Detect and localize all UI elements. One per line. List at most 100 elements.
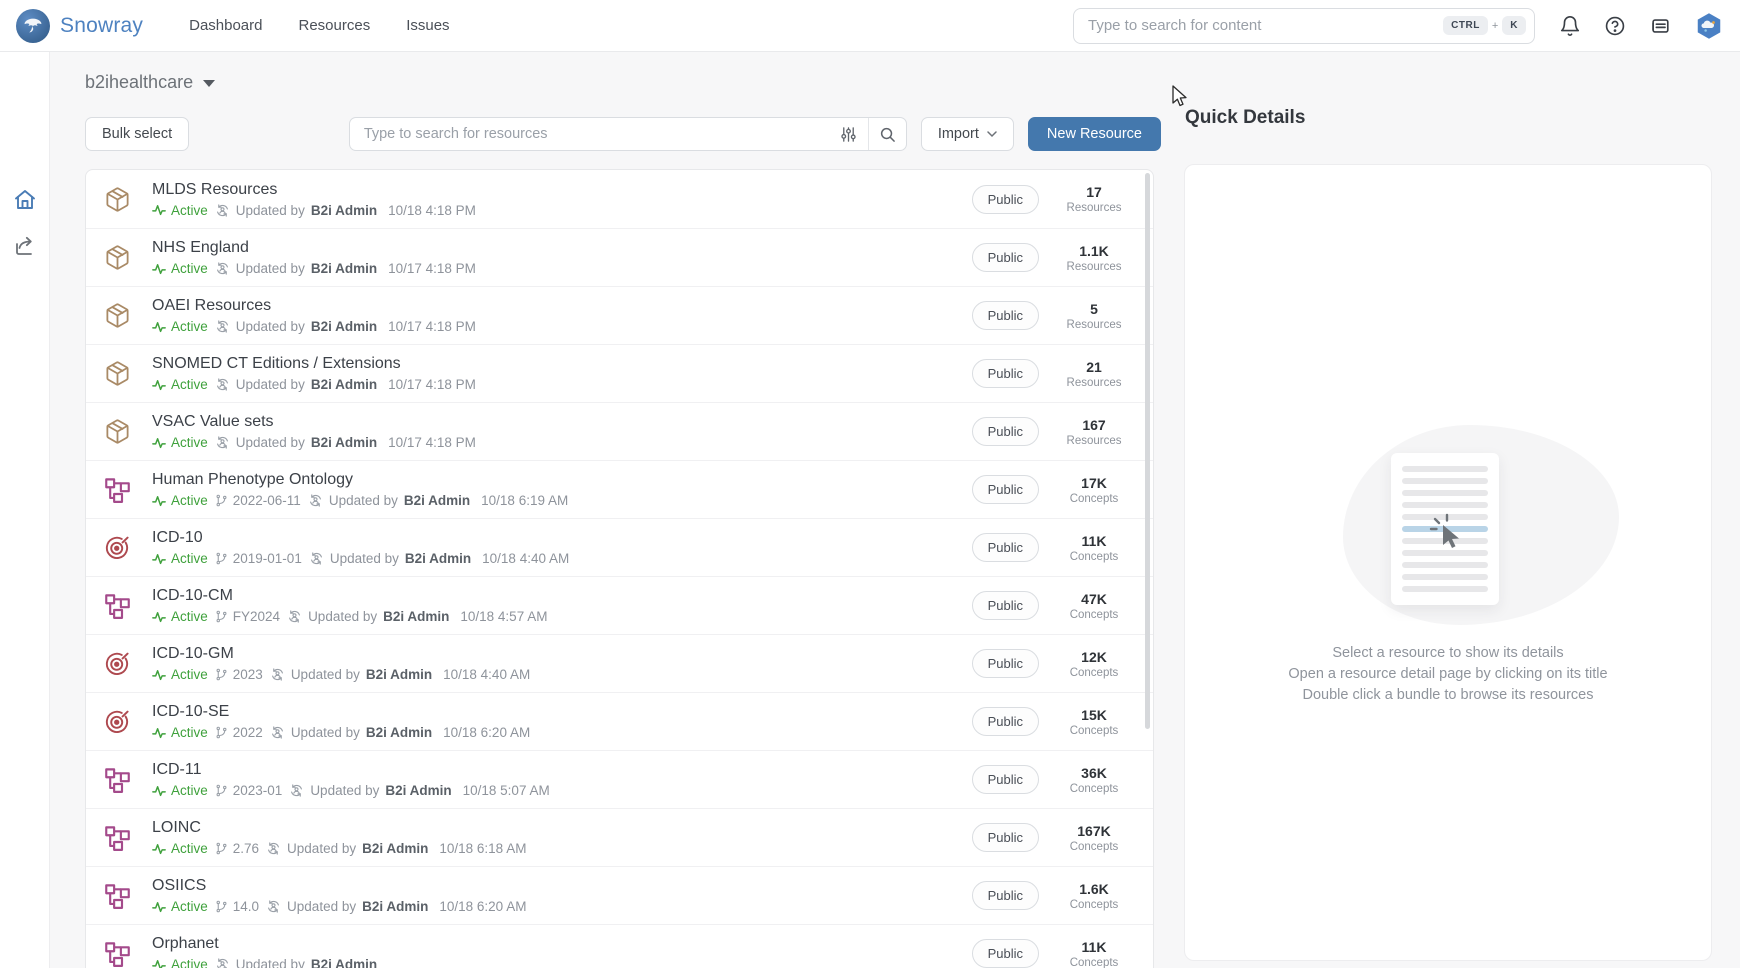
list-scrollbar[interactable]: [1145, 173, 1150, 729]
import-button[interactable]: Import: [921, 117, 1014, 151]
user-avatar[interactable]: [1694, 11, 1724, 41]
status-active: Active: [152, 551, 208, 566]
snowray-logo-icon: [16, 9, 50, 43]
version-label: 2023: [233, 667, 263, 682]
resource-row[interactable]: ICD-10-GM Active: [86, 634, 1153, 692]
resource-row[interactable]: ICD-10-CM Active: [86, 576, 1153, 634]
resource-row[interactable]: OAEI Resources Active: [86, 286, 1153, 344]
status-active: Active: [152, 377, 208, 392]
status-label: Active: [171, 319, 208, 334]
package-icon: [104, 418, 131, 445]
status-active: Active: [152, 667, 208, 682]
resource-title[interactable]: ICD-10-GM: [152, 645, 530, 663]
version-group: FY2024: [215, 609, 280, 624]
updated-by-prefix: Updated by: [236, 377, 305, 392]
search-icon[interactable]: [868, 118, 906, 150]
updated-by-prefix: Updated by: [310, 783, 379, 798]
updated-by-prefix: Updated by: [291, 725, 360, 740]
resource-row[interactable]: ICD-10-SE Active: [86, 692, 1153, 750]
resource-count: 36K Concepts: [1061, 765, 1127, 795]
resource-count: 167K Concepts: [1061, 823, 1127, 853]
status-active: Active: [152, 319, 208, 334]
resource-title[interactable]: SNOMED CT Editions / Extensions: [152, 355, 476, 373]
resource-title[interactable]: ICD-10-SE: [152, 703, 530, 721]
resource-title[interactable]: MLDS Resources: [152, 181, 476, 199]
updated-by-prefix: Updated by: [236, 203, 305, 218]
updated-by-name: B2i Admin: [311, 957, 377, 968]
resource-subtitle: Active 2.76: [152, 841, 526, 856]
share-export-icon[interactable]: [13, 234, 37, 258]
resource-title[interactable]: OAEI Resources: [152, 297, 476, 315]
resource-row-main: OAEI Resources Active: [152, 297, 476, 334]
resource-title[interactable]: OSIICS: [152, 877, 526, 895]
resource-count: 17 Resources: [1061, 184, 1127, 214]
resource-row[interactable]: OSIICS Active: [86, 866, 1153, 924]
resource-row[interactable]: Human Phenotype Ontology Active: [86, 460, 1153, 518]
resource-title[interactable]: Orphanet: [152, 935, 377, 953]
resource-title[interactable]: ICD-10-CM: [152, 587, 547, 605]
updated-date: 10/17 4:18 PM: [388, 261, 476, 276]
click-cursor-illustration: [1423, 507, 1475, 559]
brand[interactable]: Snowray: [16, 9, 143, 43]
package-icon: [104, 302, 131, 329]
notifications-bell-icon[interactable]: [1559, 15, 1581, 37]
resource-row-right: Public 11K Concepts: [972, 939, 1127, 968]
resource-search-input[interactable]: [364, 126, 830, 142]
version-label: 2.76: [233, 841, 259, 856]
resource-type-icon: [104, 882, 131, 909]
resource-row[interactable]: MLDS Resources Active: [86, 170, 1153, 228]
visibility-badge: Public: [972, 591, 1039, 620]
nav-link-dashboard[interactable]: Dashboard: [189, 17, 262, 34]
news-icon[interactable]: [1649, 15, 1671, 37]
resource-search[interactable]: [349, 117, 907, 151]
help-icon[interactable]: [1604, 15, 1626, 37]
resource-title[interactable]: Human Phenotype Ontology: [152, 471, 568, 489]
resource-row[interactable]: ICD-11 Active: [86, 750, 1153, 808]
resource-row[interactable]: VSAC Value sets Active: [86, 402, 1153, 460]
resource-title[interactable]: NHS England: [152, 239, 476, 257]
bulk-select-button[interactable]: Bulk select: [85, 117, 189, 151]
resource-subtitle: Active FY2024: [152, 609, 547, 624]
version-label: 2022: [233, 725, 263, 740]
updated-by-prefix: Updated by: [287, 841, 356, 856]
activity-icon: [152, 610, 166, 624]
resource-count: 15K Concepts: [1061, 707, 1127, 737]
resource-row[interactable]: NHS England Active: [86, 228, 1153, 286]
resource-row[interactable]: LOINC Active: [86, 808, 1153, 866]
workspace-name: b2ihealthcare: [85, 72, 193, 93]
resource-subtitle: Active 2023-01: [152, 783, 550, 798]
bullseye-icon: [104, 708, 131, 735]
resource-title[interactable]: ICD-10: [152, 529, 569, 547]
updated-by-prefix: Updated by: [236, 261, 305, 276]
home-icon[interactable]: [13, 188, 37, 212]
count-number: 17: [1061, 184, 1127, 200]
updated-date: 10/18 6:20 AM: [439, 899, 526, 914]
updated-by-prefix: Updated by: [236, 435, 305, 450]
nav-link-issues[interactable]: Issues: [406, 17, 449, 34]
user-sync-icon: [287, 609, 302, 624]
global-search-input[interactable]: [1088, 17, 1443, 34]
resource-row[interactable]: Orphanet Active: [86, 924, 1153, 968]
workspace-selector[interactable]: b2ihealthcare: [85, 72, 215, 93]
resource-row-main: Human Phenotype Ontology Active: [152, 471, 568, 508]
resource-title[interactable]: ICD-11: [152, 761, 550, 779]
global-search[interactable]: CTRL + K: [1073, 8, 1535, 44]
hierarchy-icon: [104, 824, 131, 851]
new-resource-button[interactable]: New Resource: [1028, 117, 1161, 151]
resource-title[interactable]: LOINC: [152, 819, 526, 837]
user-sync-icon: [270, 725, 285, 740]
updated-by-name: B2i Admin: [362, 899, 428, 914]
visibility-badge: Public: [972, 301, 1039, 330]
resource-type-icon: [104, 766, 131, 793]
resource-row[interactable]: SNOMED CT Editions / Extensions Active: [86, 344, 1153, 402]
updated-group: Updated by B2i Admin: [289, 783, 451, 798]
resource-title[interactable]: VSAC Value sets: [152, 413, 476, 431]
resource-row[interactable]: ICD-10 Active: [86, 518, 1153, 576]
resource-row-right: Public 1.6K Concepts: [972, 881, 1127, 911]
nav-link-resources[interactable]: Resources: [299, 17, 371, 34]
filter-icon[interactable]: [830, 118, 868, 150]
visibility-badge: Public: [972, 939, 1039, 968]
resource-type-icon: [104, 650, 131, 677]
activity-icon: [152, 552, 166, 566]
count-unit: Concepts: [1061, 841, 1127, 853]
